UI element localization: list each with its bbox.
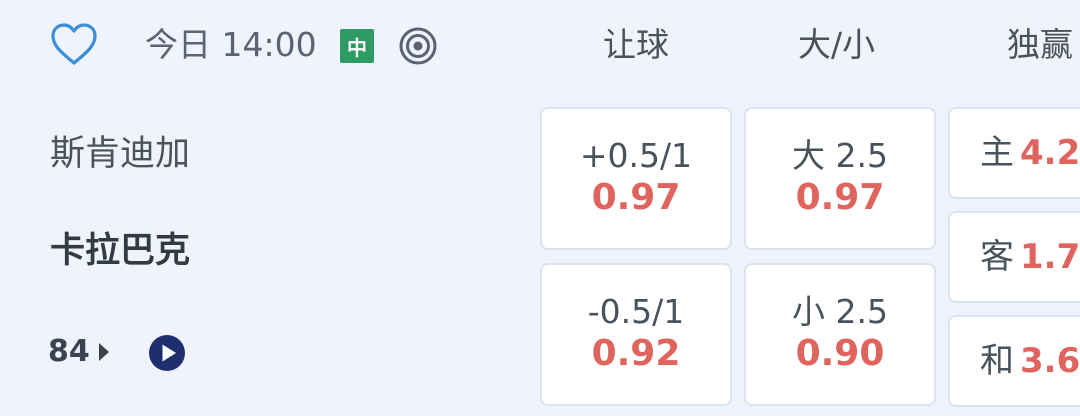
odds-value: 1.7 bbox=[1020, 237, 1080, 277]
draw-odds-button[interactable]: 和 3.6 bbox=[948, 315, 1080, 407]
outcome-label: 主 bbox=[980, 133, 1014, 173]
match-row: 今日 14:00 中 让球 大/小 独赢 斯肯迪加 卡拉巴克 84 +0.5/1… bbox=[0, 0, 1080, 416]
column-header-winner: 独赢 bbox=[1007, 25, 1073, 64]
odds-value: 4.2 bbox=[1020, 133, 1080, 173]
play-circle-icon[interactable] bbox=[148, 334, 186, 372]
more-markets-count[interactable]: 84 bbox=[48, 332, 90, 372]
home-team-name: 斯肯迪加 bbox=[50, 134, 191, 174]
handicap-line: -0.5/1 bbox=[587, 292, 685, 331]
odds-value: 3.6 bbox=[1020, 341, 1080, 381]
handicap-home-odds-button[interactable]: +0.5/1 0.97 bbox=[540, 107, 732, 250]
home-win-odds-button[interactable]: 主 4.2 bbox=[948, 107, 1080, 199]
column-header-handicap: 让球 bbox=[603, 25, 669, 64]
total-line: 大 2.5 bbox=[792, 136, 888, 175]
kickoff-time: 今日 14:00 bbox=[145, 25, 317, 64]
under-odds-button[interactable]: 小 2.5 0.90 bbox=[744, 263, 936, 406]
target-icon[interactable] bbox=[398, 26, 438, 66]
odds-value: 0.92 bbox=[591, 333, 681, 374]
odds-value: 0.90 bbox=[795, 333, 885, 374]
total-line: 小 2.5 bbox=[792, 292, 888, 331]
odds-value: 0.97 bbox=[795, 177, 885, 218]
handicap-line: +0.5/1 bbox=[579, 136, 693, 175]
away-win-odds-button[interactable]: 客 1.7 bbox=[948, 211, 1080, 303]
away-team-name: 卡拉巴克 bbox=[50, 231, 191, 271]
outcome-label: 客 bbox=[980, 237, 1014, 277]
odds-value: 0.97 bbox=[591, 177, 681, 218]
neutral-badge: 中 bbox=[340, 29, 374, 63]
handicap-away-odds-button[interactable]: -0.5/1 0.92 bbox=[540, 263, 732, 406]
column-header-over-under: 大/小 bbox=[798, 25, 876, 64]
outcome-label: 和 bbox=[980, 341, 1014, 381]
heart-outline-icon[interactable] bbox=[50, 22, 98, 68]
over-odds-button[interactable]: 大 2.5 0.97 bbox=[744, 107, 936, 250]
caret-right-icon[interactable] bbox=[98, 342, 110, 362]
